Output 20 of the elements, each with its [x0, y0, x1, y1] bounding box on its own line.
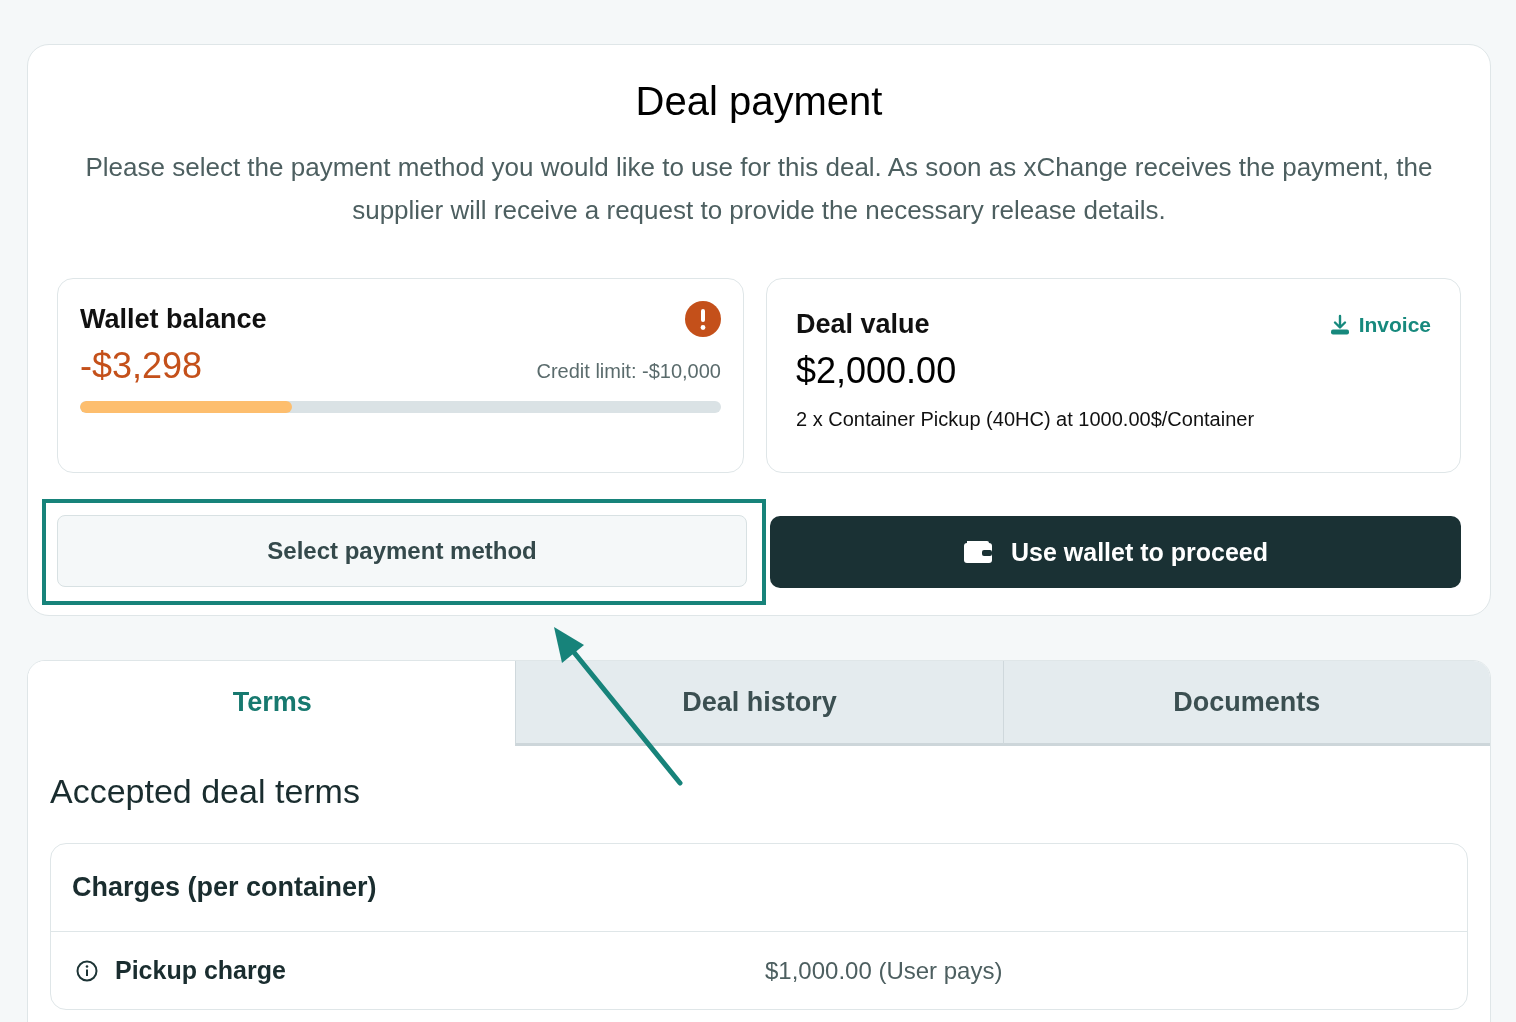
- deal-detail-text: 2 x Container Pickup (40HC) at 1000.00$/Container: [796, 408, 1256, 431]
- deal-value-amount: $2,000.00: [796, 350, 958, 392]
- invoice-link[interactable]: Invoice: [1328, 312, 1431, 337]
- select-payment-button[interactable]: Select payment method: [57, 515, 747, 587]
- charge-label: Pickup charge: [115, 956, 287, 985]
- tab[interactable]: Documents: [1002, 661, 1490, 746]
- download-icon: [1328, 313, 1351, 336]
- deal-value-label: Deal value: [796, 309, 930, 340]
- credit-limit-text: Credit limit: -$10,000: [536, 360, 721, 383]
- description-text: Please select the payment method you would like to use for this deal. As soon as xChange receives the payment, the supplier will receive a request to provide the necessary release details.: [84, 151, 1434, 227]
- info-icon: [75, 958, 99, 983]
- wallet-icon: [963, 539, 993, 565]
- use-wallet-button[interactable]: Use wallet to proceed: [770, 516, 1461, 588]
- charges-title: Charges (per container): [51, 844, 1467, 932]
- wallet-label: Wallet balance: [80, 303, 267, 335]
- page-title: Deal payment: [634, 79, 884, 124]
- wallet-amount: -$3,298: [80, 345, 203, 387]
- tab[interactable]: Deal history: [515, 661, 1003, 746]
- section-heading: Accepted deal terms: [50, 772, 361, 811]
- charge-value: $1,000.00 (User pays): [765, 956, 1003, 985]
